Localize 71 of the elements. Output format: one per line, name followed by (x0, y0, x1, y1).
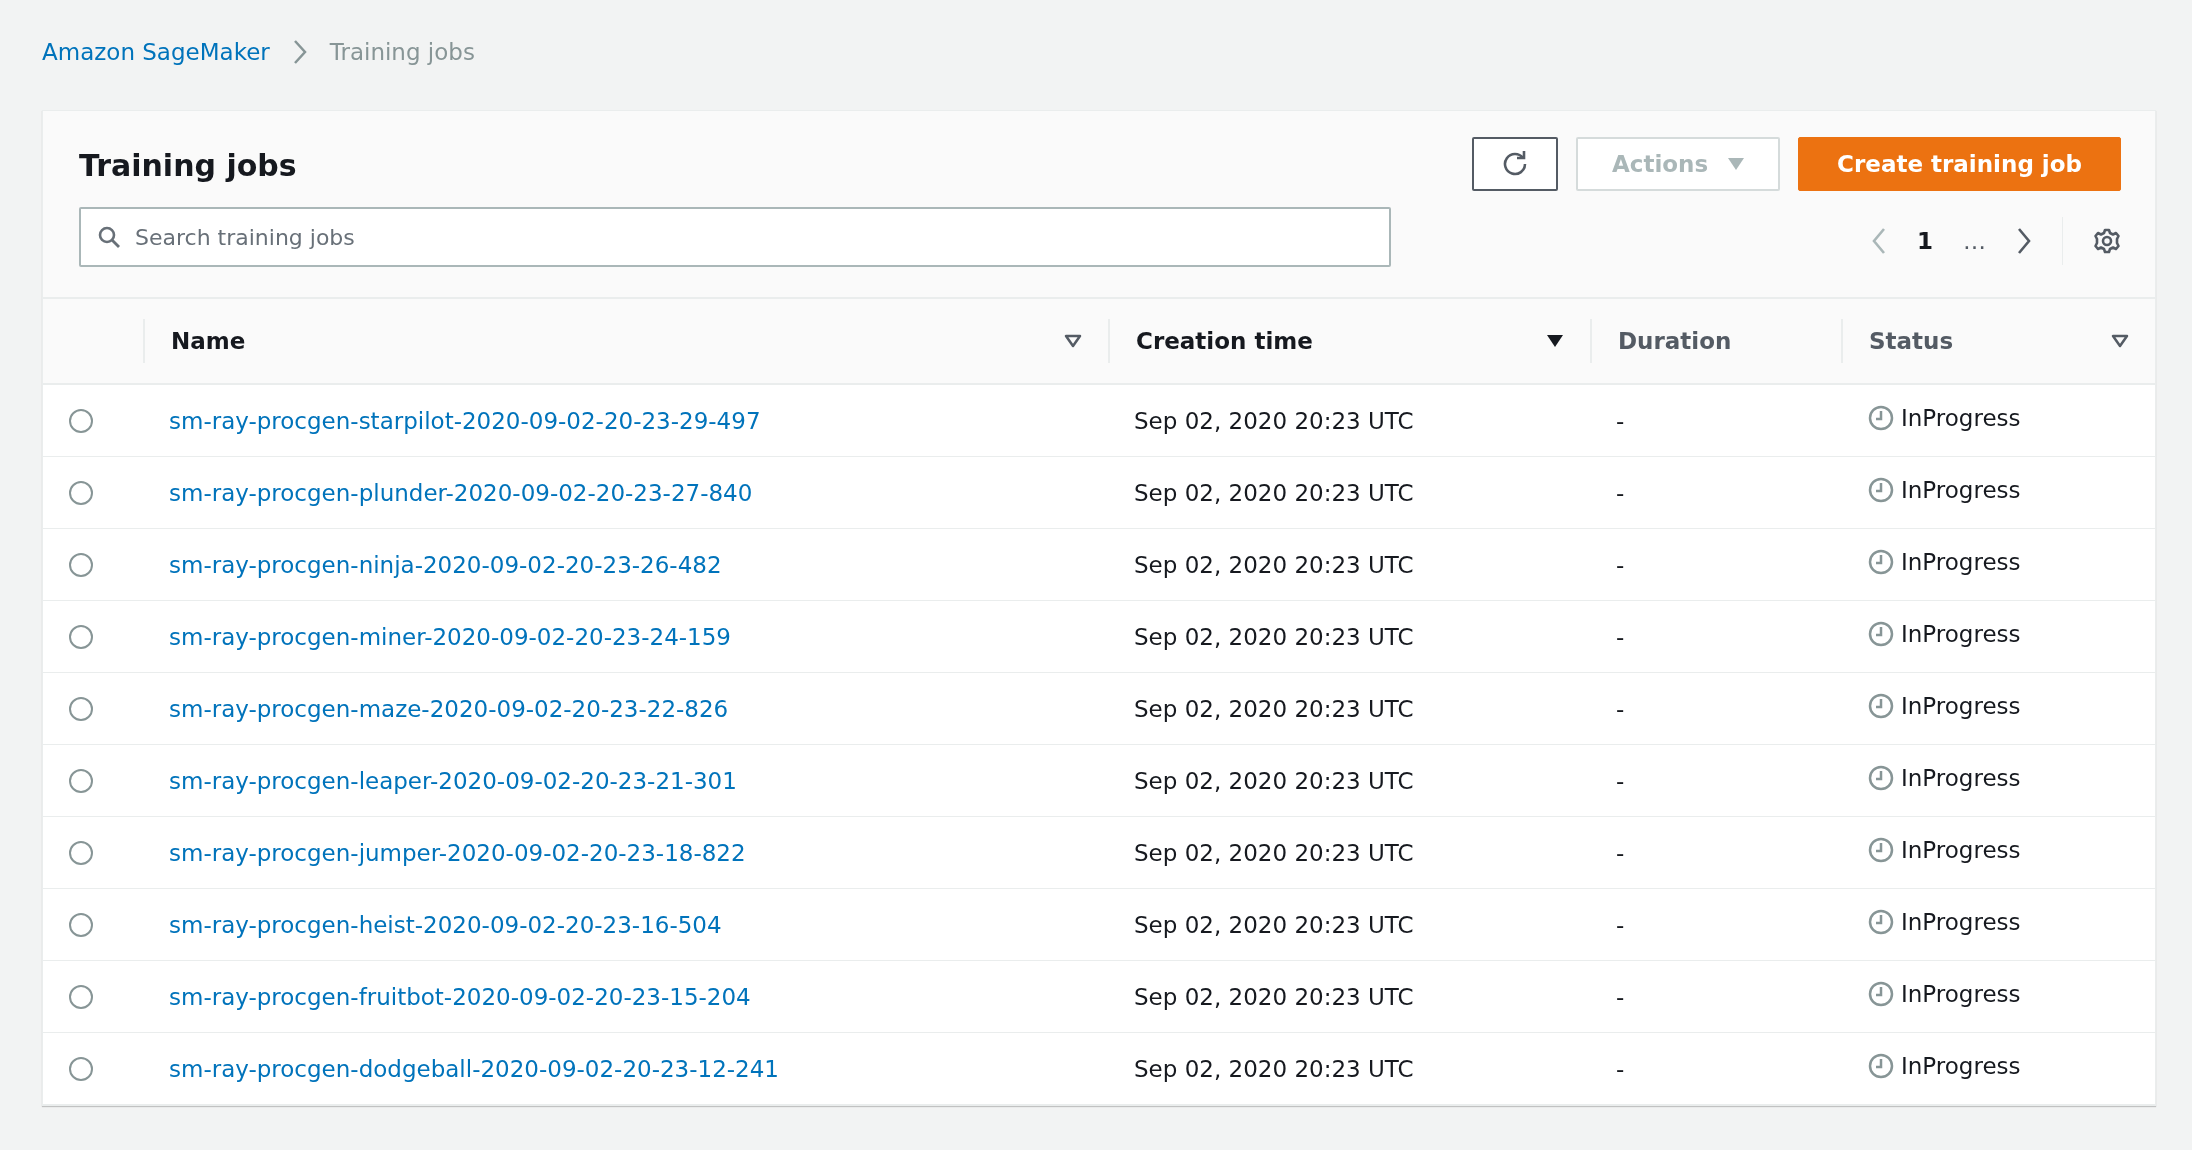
creation-time-cell: Sep 02, 2020 20:23 UTC (1134, 407, 1414, 434)
row-radio[interactable] (69, 480, 93, 505)
clock-icon (1867, 476, 1895, 504)
status-text: InProgress (1901, 693, 2021, 719)
duration-cell: - (1616, 767, 1625, 794)
creation-time-cell: Sep 02, 2020 20:23 UTC (1134, 695, 1414, 722)
clock-icon (1867, 1052, 1895, 1080)
settings-icon[interactable] (2093, 227, 2121, 255)
duration-cell: - (1616, 911, 1625, 938)
status-text: InProgress (1901, 477, 2021, 503)
status-text: InProgress (1901, 909, 2021, 935)
duration-cell: - (1616, 551, 1625, 578)
row-radio[interactable] (69, 624, 93, 649)
creation-time-cell: Sep 02, 2020 20:23 UTC (1134, 479, 1414, 506)
creation-time-cell: Sep 02, 2020 20:23 UTC (1134, 767, 1414, 794)
column-header: Name (171, 328, 246, 354)
duration-cell: - (1616, 839, 1625, 866)
sort-descending-icon[interactable] (1546, 334, 1564, 348)
creation-time-cell: Sep 02, 2020 20:23 UTC (1134, 911, 1414, 938)
duration-cell: - (1616, 407, 1625, 434)
row-radio[interactable] (69, 408, 93, 433)
status-text: InProgress (1901, 621, 2021, 647)
status-text: InProgress (1901, 981, 2021, 1007)
status-text: InProgress (1901, 765, 2021, 791)
clock-icon (1867, 764, 1895, 792)
create-training-job-button[interactable]: Create training job (1798, 137, 2121, 191)
caret-down-icon (1728, 158, 1745, 170)
row-radio[interactable] (69, 552, 93, 577)
clock-icon (1867, 692, 1895, 720)
refresh-button[interactable] (1472, 137, 1559, 191)
sort-icon[interactable] (2111, 334, 2129, 348)
breadcrumb-link[interactable]: Amazon SageMaker (42, 39, 270, 65)
status-text: InProgress (1901, 405, 2021, 431)
duration-cell: - (1616, 1055, 1625, 1082)
column-header: Duration (1618, 328, 1732, 354)
clock-icon (1867, 908, 1895, 936)
sort-icon[interactable] (1064, 334, 1082, 348)
search-field[interactable]: Search training jobs (79, 207, 1391, 267)
row-radio[interactable] (69, 840, 93, 865)
breadcrumb-current: Training jobs (329, 39, 475, 65)
clock-icon (1867, 836, 1895, 864)
search-icon (97, 225, 121, 249)
clock-icon (1867, 548, 1895, 576)
creation-time-cell: Sep 02, 2020 20:23 UTC (1134, 551, 1414, 578)
creation-time-cell: Sep 02, 2020 20:23 UTC (1134, 839, 1414, 866)
duration-cell: - (1616, 623, 1625, 650)
column-header: Creation time (1136, 328, 1313, 354)
duration-cell: - (1616, 479, 1625, 506)
creation-time-cell: Sep 02, 2020 20:23 UTC (1134, 983, 1414, 1010)
clock-icon (1867, 404, 1895, 432)
status-text: InProgress (1901, 549, 2021, 575)
row-radio[interactable] (69, 768, 93, 793)
duration-cell: - (1616, 695, 1625, 722)
creation-time-cell: Sep 02, 2020 20:23 UTC (1134, 1055, 1414, 1082)
status-text: InProgress (1901, 1053, 2021, 1079)
search-input[interactable]: Search training jobs (133, 223, 1373, 251)
clock-icon (1867, 980, 1895, 1008)
chevron-right-icon (291, 39, 308, 65)
next-page-icon[interactable] (2016, 227, 2032, 255)
page-button[interactable]: 1 (1917, 228, 1933, 254)
duration-cell: - (1616, 983, 1625, 1010)
status-text: InProgress (1901, 837, 2021, 863)
clock-icon (1867, 620, 1895, 648)
row-radio[interactable] (69, 912, 93, 937)
row-radio[interactable] (69, 984, 93, 1009)
row-radio[interactable] (69, 1056, 93, 1081)
page-button[interactable]: … (1963, 228, 1986, 254)
creation-time-cell: Sep 02, 2020 20:23 UTC (1134, 623, 1414, 650)
row-radio[interactable] (69, 696, 93, 721)
column-header: Status (1869, 328, 1954, 354)
panel-title: Training jobs (79, 146, 298, 185)
